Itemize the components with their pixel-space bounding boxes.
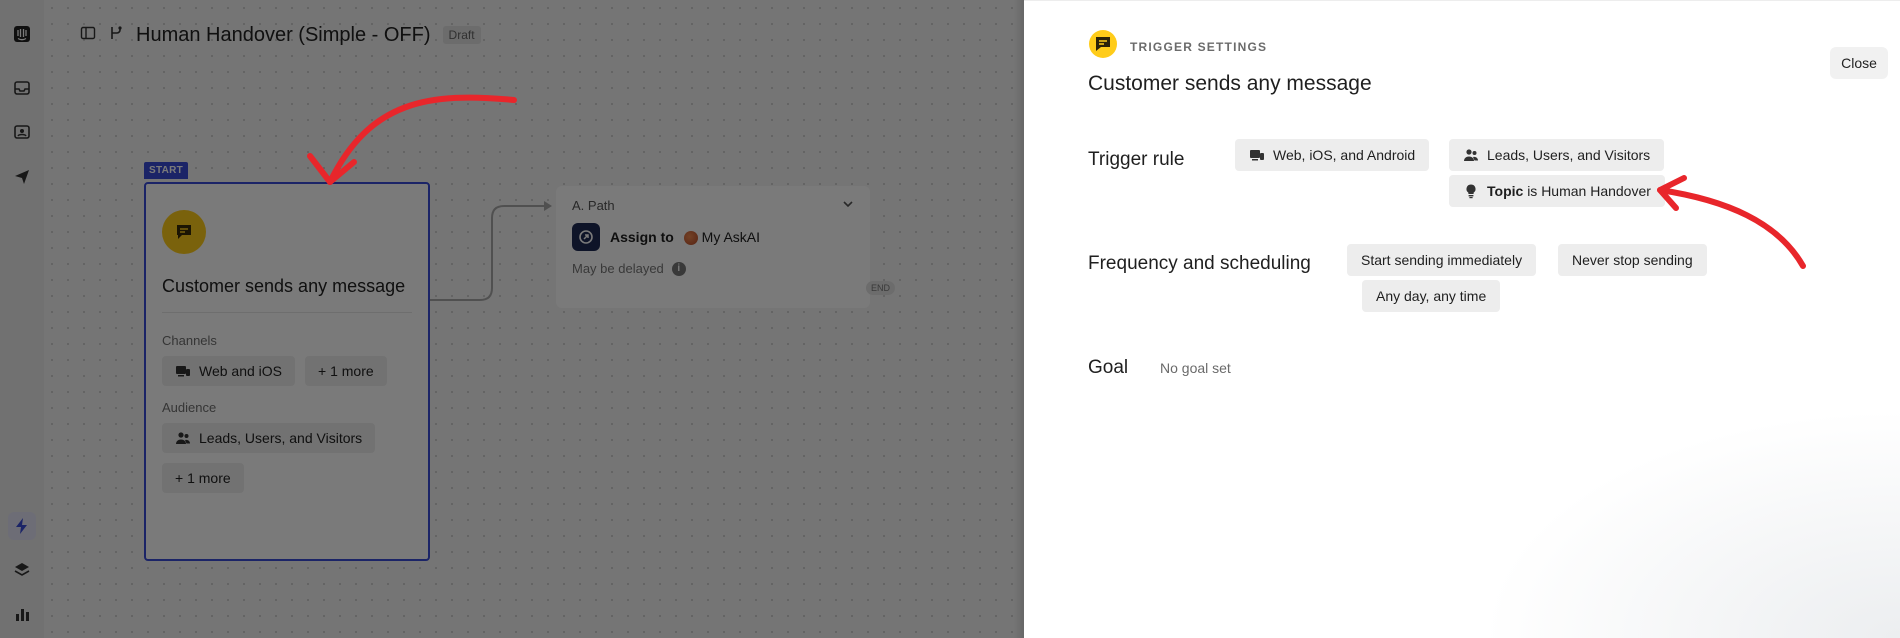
assign-prefix: Assign to	[610, 228, 674, 245]
trigger-topic-pill[interactable]: Topic is Human Handover	[1449, 175, 1665, 207]
topic-key: Topic	[1487, 183, 1524, 199]
audience-more-chip[interactable]: + 1 more	[162, 463, 244, 493]
chevron-down-icon[interactable]	[842, 198, 854, 213]
panel-kicker: TRIGGER SETTINGS	[1130, 39, 1268, 54]
trigger-rule-label: Trigger rule	[1088, 149, 1185, 170]
devices-icon	[176, 366, 190, 377]
topic-operator: is Human Handover	[1527, 183, 1651, 199]
assign-step[interactable]: Assign to My AskAI	[572, 223, 854, 251]
frequency-label: Frequency and scheduling	[1088, 253, 1311, 274]
trigger-node-title: Customer sends any message	[162, 274, 412, 313]
delay-text: May be delayed	[572, 261, 664, 276]
goal-value[interactable]: No goal set	[1160, 360, 1231, 376]
workflow-editor: Human Handover (Simple - OFF) Draft STAR…	[0, 0, 1024, 638]
audience-chip[interactable]: Leads, Users, and Visitors	[162, 423, 376, 453]
trigger-channels-label: Web, iOS, and Android	[1273, 147, 1416, 163]
panel-shadow	[1014, 0, 1024, 638]
assignee-name: My AskAI	[701, 228, 761, 245]
devices-icon	[1250, 150, 1264, 161]
chat-bubble-icon	[1088, 29, 1118, 64]
avatar	[683, 231, 698, 246]
channels-chip-label: Web and iOS	[199, 363, 283, 379]
people-icon	[1464, 149, 1478, 161]
start-sending-pill[interactable]: Start sending immediately	[1347, 244, 1537, 276]
info-icon[interactable]: i	[671, 261, 686, 276]
channels-label: Channels	[162, 333, 217, 348]
channels-chip[interactable]: Web and iOS	[162, 356, 296, 386]
end-badge: END	[866, 281, 896, 295]
panel-background-fade	[1480, 408, 1900, 638]
start-badge: START	[144, 162, 189, 179]
path-node-card[interactable]: A. Path Assign to My AskAI May be delaye…	[556, 186, 870, 308]
lightbulb-icon	[1466, 184, 1476, 199]
schedule-pill[interactable]: Any day, any time	[1362, 280, 1501, 312]
trigger-channels-pill[interactable]: Web, iOS, and Android	[1235, 139, 1430, 171]
assign-icon	[572, 223, 600, 251]
trigger-settings-panel: TRIGGER SETTINGS Customer sends any mess…	[1024, 0, 1900, 638]
audience-chip-label: Leads, Users, and Visitors	[199, 430, 363, 446]
panel-title: Customer sends any message	[1088, 72, 1372, 95]
channels-more-chip[interactable]: + 1 more	[305, 356, 387, 386]
chat-bubble-icon	[162, 210, 206, 254]
goal-label: Goal	[1088, 357, 1129, 378]
path-name: A. Path	[572, 198, 615, 213]
trigger-audience-label: Leads, Users, and Visitors	[1487, 147, 1651, 163]
stop-sending-pill[interactable]: Never stop sending	[1558, 244, 1707, 276]
close-button[interactable]: Close	[1830, 47, 1888, 79]
audience-label: Audience	[162, 400, 217, 415]
trigger-node-card[interactable]: Customer sends any message Channels Web …	[144, 182, 430, 561]
trigger-audience-pill[interactable]: Leads, Users, and Visitors	[1449, 139, 1665, 171]
people-icon	[176, 432, 190, 444]
